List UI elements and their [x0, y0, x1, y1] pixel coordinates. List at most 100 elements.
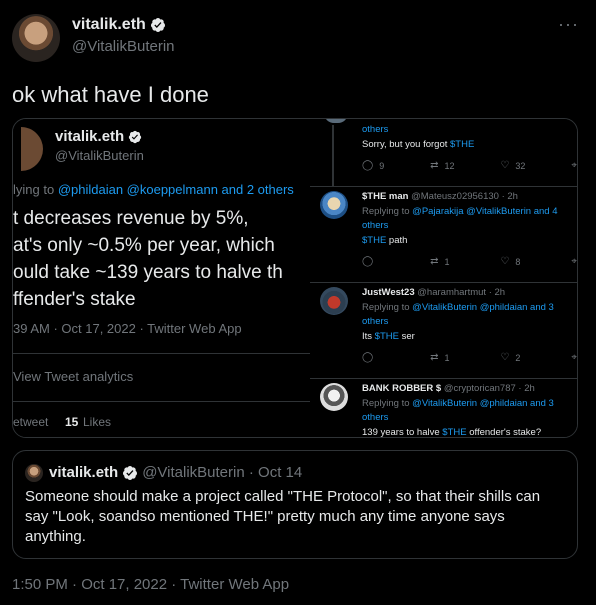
reply-post: $THE man @Mateusz02956130 · 2h Replying … [310, 187, 577, 283]
reply-replying: Replying to @Pajarakija @VitalikButerin … [362, 205, 572, 233]
quote-text: Someone should make a project called "TH… [25, 488, 541, 545]
author-name[interactable]: vitalik.eth [72, 16, 146, 34]
verified-badge-icon [150, 18, 165, 32]
reply-header: JustWest23 @haramhartmut · 2h [362, 287, 505, 298]
retweet-button: ⇄ 1 [430, 256, 450, 268]
like-button: ♡ 8 [500, 256, 521, 268]
reply-text: $THE path [362, 235, 407, 246]
reply-handle: @cryptorican787 · 2h [443, 383, 535, 394]
reply-handle: @Mateusz02956130 · 2h [411, 191, 518, 202]
retweet-icon: ⇄ [430, 352, 439, 363]
reply-post: JustWest23 @haramhartmut · 2h Replying t… [310, 283, 577, 379]
author-name-row[interactable]: vitalik.eth [72, 16, 166, 34]
image-left-time: 39 AM · Oct 17, 2022 · Twitter Web App [13, 321, 242, 336]
quote-name: vitalik.eth [49, 464, 119, 481]
image-left-avatar [21, 127, 43, 171]
image-left-body-line: t decreases revenue by 5%, [13, 208, 249, 229]
author-handle[interactable]: @VitalikButerin [72, 38, 175, 55]
reply-post: BANK ROBBER $ @cryptorican787 · 2h Reply… [310, 379, 577, 438]
heart-icon: ♡ [500, 160, 510, 171]
image-right-screenshot: others Sorry, but you forgot $THE ◯ 9 ⇄ 12… [310, 119, 577, 438]
image-left-name: vitalik.eth [55, 128, 125, 145]
quote-handle: @VitalikButerin · Oct 14 [142, 464, 303, 481]
image-left-handle: @VitalikButerin [55, 148, 144, 163]
reply-avatar [320, 383, 348, 411]
reply-text: Sorry, but you forgot $THE [362, 139, 474, 150]
author-avatar[interactable] [12, 14, 60, 62]
more-icon[interactable]: ··· [558, 14, 579, 35]
reply-cashtag: $THE [450, 139, 475, 150]
reply-replying: Replying to @VitalikButerin @phildaian a… [362, 301, 572, 329]
reply-handle: @haramhartmut · 2h [417, 287, 506, 298]
share-button: ⌖ [571, 353, 577, 363]
divider [13, 353, 310, 354]
retweet-icon: ⇄ [430, 160, 439, 171]
image-left-replying-mentions: @phildaian @koeppelmann and 2 others [57, 182, 294, 197]
reply-text: Its $THE ser [362, 331, 415, 342]
reply-avatar [324, 119, 348, 123]
reply-text-suffix: offender's stake? [466, 427, 542, 438]
share-icon: ⌖ [571, 160, 577, 171]
image-left-retweets-label: etweet [13, 415, 49, 429]
reply-name: BANK ROBBER $ [362, 383, 442, 394]
like-button: ♡ 2 [500, 352, 521, 364]
reply-cashtag: $THE [362, 235, 387, 246]
reply-actions: ◯ 9 ⇄ 12 ♡ 32 ⌖ [362, 160, 577, 172]
reply-header: BANK ROBBER $ @cryptorican787 · 2h [362, 383, 535, 394]
reply-button: ◯ [362, 353, 379, 363]
image-left-body-line: ffender's stake [13, 289, 136, 310]
comment-icon: ◯ [362, 160, 374, 171]
share-icon: ⌖ [571, 352, 577, 363]
reply-button: ◯ 9 [362, 160, 385, 172]
verified-badge-icon [129, 130, 142, 143]
reply-count: 9 [379, 161, 385, 171]
reply-text-prefix: Sorry, but you forgot [362, 139, 451, 150]
image-left-replying: lying to @phildaian @koeppelmann and 2 o… [13, 182, 294, 197]
retweet-button: ⇄ 12 [430, 160, 455, 172]
share-button: ⌖ [571, 257, 577, 267]
reply-text-suffix: path [386, 235, 408, 246]
reply-cashtag: $THE [374, 331, 399, 342]
reply-text-prefix: Its [362, 331, 375, 342]
comment-icon: ◯ [362, 352, 374, 363]
reply-replying-prefix: Replying to [362, 206, 413, 217]
reply-replying-prefix: Replying to [362, 398, 413, 409]
reply-replying-prefix: Replying to [362, 302, 413, 313]
thread-line [332, 125, 334, 187]
tweet-image[interactable]: vitalik.eth @VitalikButerin lying to @ph… [12, 118, 578, 438]
reply-replying: Replying to @VitalikButerin @phildaian a… [362, 397, 572, 425]
retweet-count: 12 [444, 161, 455, 171]
reply-avatar [320, 191, 348, 219]
comment-icon: ◯ [362, 256, 374, 267]
like-count: 8 [515, 257, 521, 267]
like-count: 2 [515, 353, 521, 363]
reply-text: 139 years to halve $THE offender's stake… [362, 427, 542, 438]
verified-badge-icon [123, 465, 138, 480]
image-left-name-row: vitalik.eth [55, 128, 142, 145]
reply-header: $THE man @Mateusz02956130 · 2h [362, 191, 518, 202]
reply-actions: ◯ ⇄ 1 ♡ 8 ⌖ [362, 256, 577, 268]
tweet-timestamp[interactable]: 1:50 PM · Oct 17, 2022 · Twitter Web App [12, 576, 289, 593]
reply-avatar [320, 287, 348, 315]
quoted-tweet[interactable]: vitalik.eth @VitalikButerin · Oct 14 Som… [12, 450, 578, 559]
image-left-body-line: at's only ~0.5% per year, which [13, 235, 275, 256]
reply-name: $THE man [362, 191, 409, 202]
heart-icon: ♡ [500, 352, 510, 363]
reply-text-prefix: 139 years to halve [362, 427, 443, 438]
retweet-icon: ⇄ [430, 256, 439, 267]
reply-actions: ◯ ⇄ 1 ♡ 2 ⌖ [362, 352, 577, 364]
reply-button: ◯ [362, 257, 379, 267]
image-left-screenshot: vitalik.eth @VitalikButerin lying to @ph… [13, 119, 310, 437]
like-count: 32 [515, 161, 526, 171]
heart-icon: ♡ [500, 256, 510, 267]
image-left-body: t decreases revenue by 5%, at's only ~0.… [13, 205, 283, 313]
image-left-likes-label: Likes [83, 415, 112, 429]
image-left-body-line: ould take ~139 years to halve th [13, 262, 283, 283]
image-left-replying-prefix: lying to [13, 182, 58, 197]
image-left-analytics: View Tweet analytics [13, 369, 134, 384]
tweet-text: ok what have I done [12, 82, 209, 107]
retweet-count: 1 [444, 257, 450, 267]
divider [13, 401, 310, 402]
like-button: ♡ 32 [500, 160, 526, 172]
image-left-likes-count: 15 [65, 415, 79, 429]
